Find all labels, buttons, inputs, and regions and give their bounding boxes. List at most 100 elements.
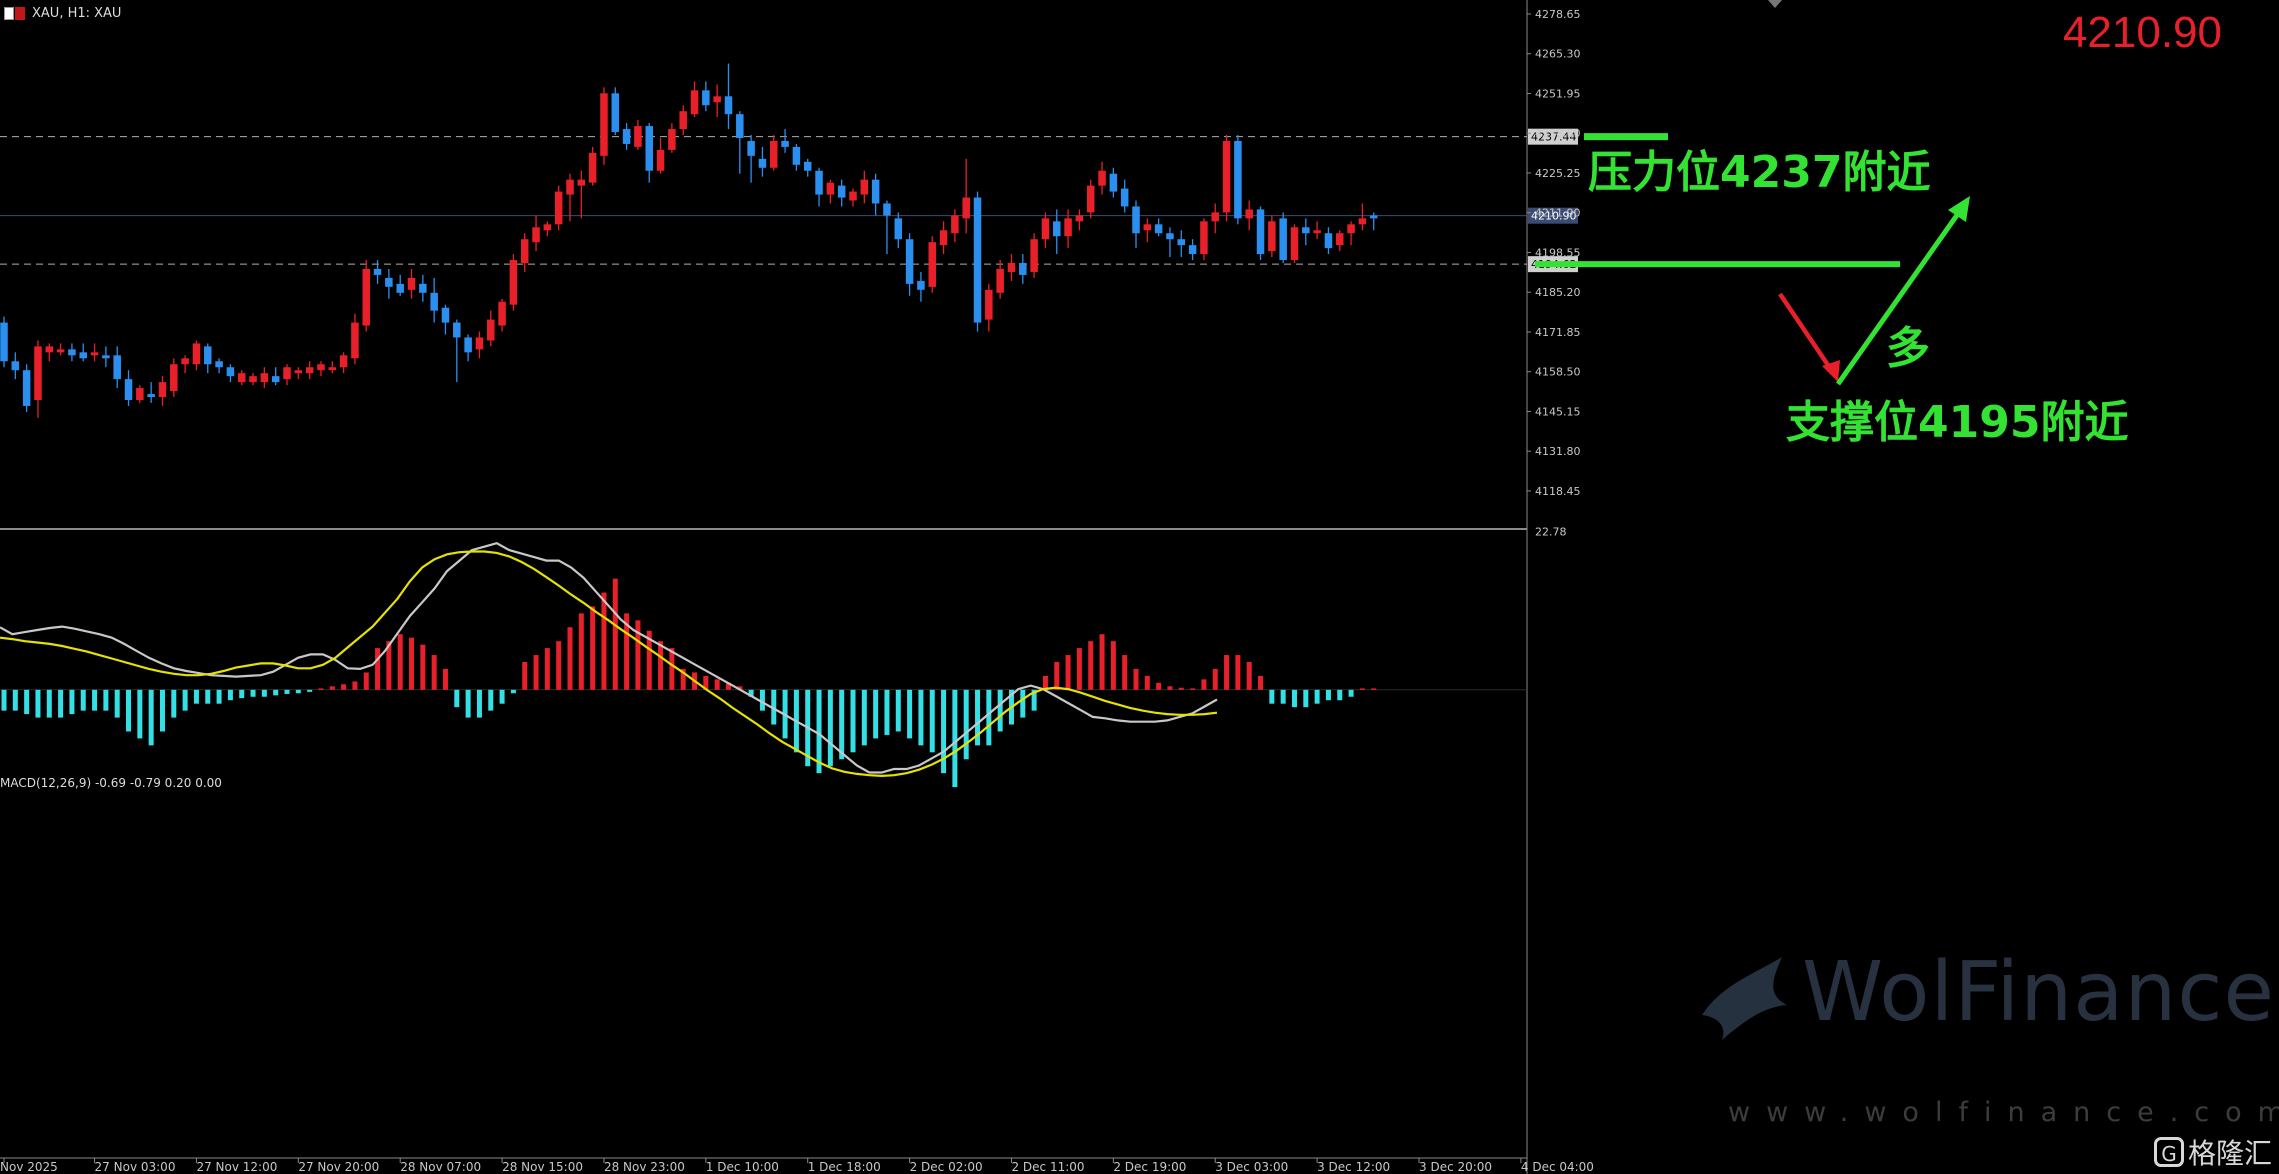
macd-bar-110 bbox=[1246, 662, 1252, 690]
price-tick-label-3: 4238.60 bbox=[1535, 127, 1581, 140]
macd-indicator[interactable] bbox=[0, 542, 1527, 788]
macd-bar-76 bbox=[861, 689, 867, 746]
candle-body-77 bbox=[871, 179, 880, 204]
macd-bar-73 bbox=[827, 689, 833, 767]
time-tick-label-5: 28 Nov 15:00 bbox=[502, 1160, 583, 1174]
macd-bar-116 bbox=[1314, 689, 1320, 704]
macd-bar-38 bbox=[431, 655, 437, 690]
candle-body-8 bbox=[90, 352, 99, 356]
macd-bar-12 bbox=[137, 689, 143, 739]
macd-bar-25 bbox=[284, 689, 290, 694]
macd-bar-106 bbox=[1201, 679, 1207, 690]
macd-bar-8 bbox=[92, 689, 98, 711]
candle-body-102 bbox=[1154, 224, 1163, 234]
macd-bar-22 bbox=[250, 689, 256, 697]
macd-bar-33 bbox=[375, 648, 381, 690]
macd-bar-46 bbox=[522, 662, 528, 690]
price-tick-label-2: 4251.95 bbox=[1535, 87, 1581, 100]
macd-bar-105 bbox=[1190, 688, 1196, 690]
macd-bar-77 bbox=[873, 689, 879, 739]
candle-body-25 bbox=[283, 367, 291, 380]
candle-body-5 bbox=[56, 349, 65, 353]
candle-body-72 bbox=[815, 170, 823, 195]
macd-bar-4 bbox=[46, 689, 52, 718]
candle-body-24 bbox=[271, 376, 280, 383]
macd-bar-40 bbox=[454, 689, 460, 708]
macd-bar-20 bbox=[227, 689, 233, 701]
time-tick-label-4: 28 Nov 07:00 bbox=[400, 1160, 481, 1174]
candlestick-series[interactable] bbox=[0, 63, 1378, 418]
price-tick-label-11: 4131.80 bbox=[1535, 445, 1581, 458]
candle-body-83 bbox=[939, 230, 948, 246]
time-tick-label-12: 3 Dec 03:00 bbox=[1215, 1160, 1288, 1174]
macd-bar-28 bbox=[318, 688, 324, 690]
macd-bar-47 bbox=[533, 655, 539, 690]
macd-bar-90 bbox=[1020, 689, 1026, 718]
candle-body-30 bbox=[339, 355, 348, 368]
candle-body-76 bbox=[860, 179, 869, 195]
candle-body-51 bbox=[577, 179, 586, 186]
candle-body-117 bbox=[1324, 233, 1333, 249]
macd-bar-63 bbox=[714, 679, 720, 690]
candle-body-49 bbox=[554, 191, 563, 225]
macd-bar-102 bbox=[1156, 682, 1162, 690]
candle-body-13 bbox=[147, 394, 155, 397]
candle-body-89 bbox=[1007, 263, 1016, 272]
candle-body-71 bbox=[803, 161, 812, 171]
macd-bar-113 bbox=[1280, 689, 1286, 704]
candle-body-66 bbox=[747, 140, 755, 156]
macd-bar-52 bbox=[590, 606, 596, 690]
candle-body-38 bbox=[430, 292, 438, 311]
price-tick-label-12: 4118.45 bbox=[1535, 485, 1581, 498]
candle-body-52 bbox=[588, 152, 597, 183]
candle-body-114 bbox=[1290, 227, 1299, 261]
candle-body-43 bbox=[487, 319, 495, 341]
long-signal-label: 多 bbox=[1886, 323, 1930, 374]
macd-bar-59 bbox=[669, 648, 675, 690]
candle-body-34 bbox=[385, 277, 393, 287]
candle-body-50 bbox=[566, 179, 574, 195]
candle-body-40 bbox=[453, 322, 461, 338]
candle-body-91 bbox=[1030, 239, 1038, 272]
candle-body-96 bbox=[1086, 185, 1095, 213]
time-tick-label-2: 27 Nov 12:00 bbox=[196, 1160, 277, 1174]
candle-body-81 bbox=[917, 280, 925, 290]
candle-body-10 bbox=[113, 355, 121, 380]
time-tick-label-10: 2 Dec 11:00 bbox=[1011, 1160, 1084, 1174]
macd-bar-32 bbox=[363, 672, 369, 690]
gelonghui-brand: G 格隆汇 bbox=[2154, 1132, 2272, 1172]
macd-bar-118 bbox=[1337, 689, 1343, 701]
price-tick-label-9: 4158.50 bbox=[1535, 366, 1581, 379]
candle-body-68 bbox=[770, 140, 778, 168]
candle-body-42 bbox=[475, 337, 484, 350]
candle-body-11 bbox=[124, 379, 133, 400]
candle-body-59 bbox=[668, 129, 676, 150]
current-price: 4210.90 bbox=[2062, 8, 2222, 57]
candle-body-60 bbox=[679, 111, 687, 130]
macd-bar-94 bbox=[1065, 655, 1071, 690]
candle-body-107 bbox=[1211, 212, 1219, 222]
macd-bar-87 bbox=[986, 689, 992, 746]
candle-body-100 bbox=[1132, 206, 1140, 234]
candle-body-121 bbox=[1369, 215, 1378, 219]
candle-body-99 bbox=[1120, 188, 1129, 207]
time-tick-label-7: 1 Dec 10:00 bbox=[706, 1160, 779, 1174]
time-tick-label-6: 28 Nov 23:00 bbox=[604, 1160, 685, 1174]
macd-bar-75 bbox=[850, 689, 856, 753]
macd-bar-5 bbox=[58, 689, 64, 718]
time-tick-label-11: 2 Dec 19:00 bbox=[1113, 1160, 1186, 1174]
candle-body-120 bbox=[1358, 218, 1367, 225]
macd-bar-15 bbox=[171, 689, 177, 718]
macd-bar-1 bbox=[12, 689, 18, 711]
macd-bar-35 bbox=[397, 634, 403, 690]
candle-body-7 bbox=[79, 352, 87, 359]
macd-bar-2 bbox=[24, 689, 30, 715]
candle-body-41 bbox=[464, 337, 472, 353]
candle-body-6 bbox=[68, 349, 76, 356]
macd-bar-29 bbox=[329, 686, 335, 690]
candle-body-75 bbox=[849, 191, 857, 201]
candle-body-94 bbox=[1064, 218, 1072, 237]
macd-bar-7 bbox=[80, 689, 86, 711]
macd-bar-104 bbox=[1178, 687, 1184, 690]
candle-body-45 bbox=[509, 260, 518, 305]
